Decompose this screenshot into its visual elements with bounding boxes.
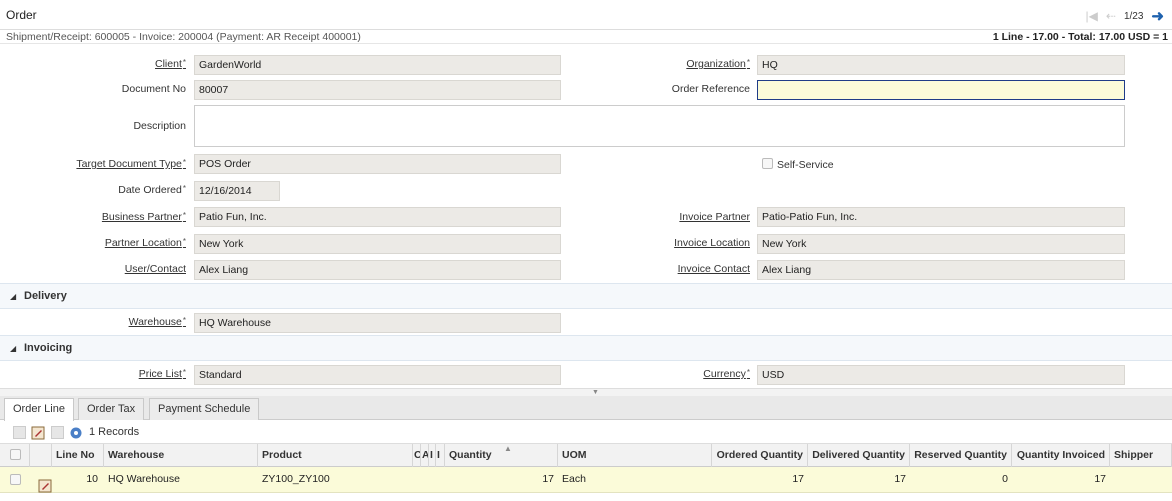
description-textarea[interactable]	[194, 105, 1125, 147]
first-page-icon[interactable]: |◀	[1086, 9, 1098, 23]
self-service-label: Self-Service	[777, 159, 834, 171]
header-a[interactable]: A	[421, 444, 429, 468]
row-checkbox[interactable]	[10, 474, 21, 485]
invoice-partner-field[interactable]: Patio-Patio Fun, Inc.	[757, 207, 1125, 227]
previous-icon[interactable]: ⇠	[1106, 9, 1116, 23]
organization-field[interactable]: HQ	[757, 55, 1125, 75]
business-partner-label[interactable]: Business Partner*	[102, 211, 186, 223]
header-uom[interactable]: UOM	[558, 444, 712, 468]
collapse-icon: ◢	[10, 292, 17, 301]
delivery-section-header[interactable]: ◢ Delivery	[0, 283, 1172, 309]
window-title: Order	[6, 8, 37, 22]
cell-shipper[interactable]	[1110, 467, 1172, 493]
cell-line-no[interactable]: 10	[52, 467, 102, 493]
document-summary: 1 Line - 17.00 - Total: 17.00 USD = 1	[992, 31, 1168, 43]
table-row[interactable]: 10 HQ Warehouse ZY100_ZY100 17 Each 17 1…	[0, 467, 1172, 493]
grid-toolbar: 1 Records	[0, 421, 1172, 443]
header-delivered-quantity[interactable]: Delivered Quantity	[808, 444, 910, 468]
client-label[interactable]: Client*	[155, 58, 186, 70]
next-icon[interactable]: ➜	[1151, 7, 1164, 25]
user-contact-label[interactable]: User/Contact	[125, 263, 186, 275]
tab-payment-schedule[interactable]: Payment Schedule	[149, 398, 260, 420]
edit-record-icon[interactable]	[31, 426, 45, 440]
target-doc-type-label[interactable]: Target Document Type*	[76, 158, 186, 170]
description-label: Description	[133, 120, 186, 132]
invoice-location-label[interactable]: Invoice Location	[674, 237, 750, 249]
header-ordered-quantity[interactable]: Ordered Quantity	[712, 444, 808, 468]
sort-ascending-icon[interactable]: ▲	[504, 444, 512, 453]
date-ordered-label: Date Ordered*	[118, 184, 186, 196]
invoicing-section-title: Invoicing	[24, 342, 73, 354]
document-no-label: Document No	[121, 83, 186, 95]
page-indicator: 1/23	[1123, 10, 1144, 22]
header-shipper[interactable]: Shipper	[1110, 444, 1172, 468]
cell-uom[interactable]: Each	[558, 467, 712, 493]
header-quantity-invoiced[interactable]: Quantity Invoiced	[1012, 444, 1110, 468]
select-all-checkbox[interactable]	[10, 449, 21, 460]
order-reference-label: Order Reference	[671, 83, 750, 95]
gear-icon[interactable]	[69, 426, 82, 439]
self-service-checkbox[interactable]	[762, 158, 773, 169]
currency-field[interactable]: USD	[757, 365, 1125, 385]
price-list-field[interactable]: Standard	[194, 365, 561, 385]
header-product[interactable]: Product	[258, 444, 413, 468]
grid-header: Line No Warehouse Product C A I I Quanti…	[0, 443, 1172, 468]
warehouse-field[interactable]: HQ Warehouse	[194, 313, 561, 333]
header-select[interactable]	[0, 444, 30, 468]
header-c[interactable]: C	[413, 444, 421, 468]
organization-label[interactable]: Organization*	[686, 58, 750, 70]
blank-icon[interactable]	[51, 426, 64, 439]
invoice-contact-label[interactable]: Invoice Contact	[678, 263, 750, 275]
user-contact-field[interactable]: Alex Liang	[194, 260, 561, 280]
cell-delivered-quantity[interactable]: 17	[808, 467, 910, 493]
invoice-contact-field[interactable]: Alex Liang	[757, 260, 1125, 280]
header-reserved-quantity[interactable]: Reserved Quantity	[910, 444, 1012, 468]
header-line-no[interactable]: Line No	[52, 444, 104, 468]
delivery-section-title: Delivery	[24, 290, 67, 302]
invoicing-section-header[interactable]: ◢ Invoicing	[0, 335, 1172, 361]
cell-quantity-invoiced[interactable]: 17	[1012, 467, 1110, 493]
header-quantity[interactable]: Quantity	[445, 444, 558, 468]
business-partner-field[interactable]: Patio Fun, Inc.	[194, 207, 561, 227]
splitter-grip-icon[interactable]: ▼	[592, 389, 599, 396]
partner-location-field[interactable]: New York	[194, 234, 561, 254]
window-header: Order |◀ ⇠ 1/23 ➜	[0, 0, 1172, 30]
record-navigator: |◀ ⇠ 1/23 ➜	[1086, 7, 1164, 25]
partner-location-label[interactable]: Partner Location*	[105, 237, 186, 249]
price-list-label[interactable]: Price List*	[139, 368, 186, 380]
cell-product[interactable]: ZY100_ZY100	[258, 467, 413, 493]
header-i1[interactable]: I	[429, 444, 436, 468]
cell-quantity[interactable]: 17	[445, 467, 558, 493]
header-edit-col	[30, 444, 52, 468]
document-no-field[interactable]: 80007	[194, 80, 561, 100]
tab-order-tax[interactable]: Order Tax	[78, 398, 145, 420]
invoice-location-field[interactable]: New York	[757, 234, 1125, 254]
client-field[interactable]: GardenWorld	[194, 55, 561, 75]
document-info: Shipment/Receipt: 600005 - Invoice: 2000…	[6, 31, 361, 43]
currency-label[interactable]: Currency*	[703, 368, 750, 380]
cell-warehouse[interactable]: HQ Warehouse	[104, 467, 258, 493]
invoice-partner-label[interactable]: Invoice Partner	[679, 211, 750, 223]
panel-splitter[interactable]: ▼	[0, 388, 1172, 396]
edit-record-icon[interactable]	[34, 473, 52, 499]
warehouse-label[interactable]: Warehouse*	[129, 316, 186, 328]
divider	[0, 43, 1172, 44]
records-count: 1 Records	[89, 426, 140, 438]
select-all-icon[interactable]	[13, 426, 26, 439]
cell-reserved-quantity[interactable]: 0	[910, 467, 1012, 493]
header-i2[interactable]: I	[436, 444, 445, 468]
cell-ordered-quantity[interactable]: 17	[712, 467, 808, 493]
row-select[interactable]	[0, 467, 30, 493]
tab-order-line[interactable]: Order Line	[4, 398, 74, 421]
detail-tabs: Order Line Order Tax Payment Schedule	[0, 396, 1172, 421]
header-warehouse[interactable]: Warehouse	[104, 444, 258, 468]
order-reference-input[interactable]	[757, 80, 1125, 100]
target-doc-type-field[interactable]: POS Order	[194, 154, 561, 174]
collapse-icon: ◢	[10, 344, 17, 353]
date-ordered-field[interactable]: 12/16/2014	[194, 181, 280, 201]
